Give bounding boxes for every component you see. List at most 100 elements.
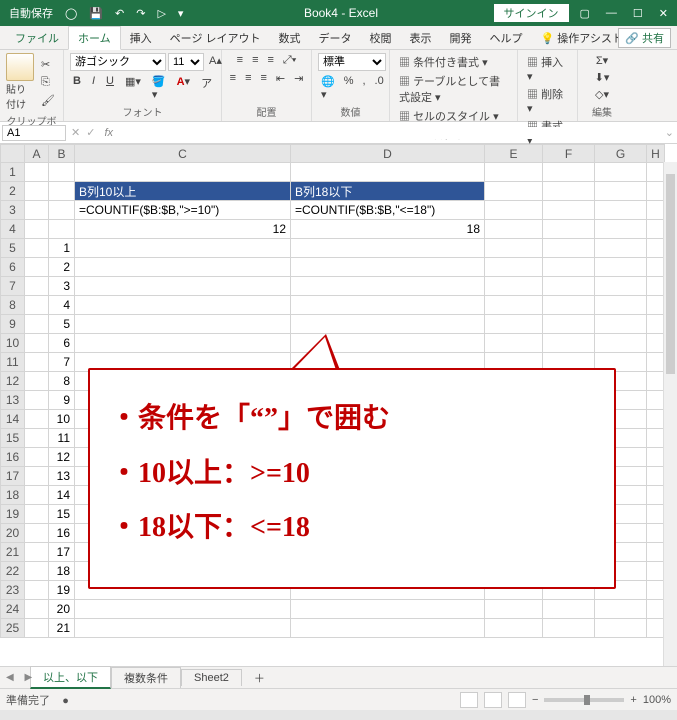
- cell-style-button[interactable]: ▦ セルのスタイル ▾: [396, 107, 502, 125]
- fill-color-button[interactable]: 🪣▾: [149, 74, 169, 102]
- row-14[interactable]: 14: [1, 410, 25, 429]
- cell[interactable]: [25, 524, 49, 543]
- cell[interactable]: [647, 562, 665, 581]
- delete-cells-button[interactable]: ▦ 削除 ▾: [524, 85, 571, 116]
- cell[interactable]: [75, 163, 291, 182]
- indent-inc-icon[interactable]: ⇥: [291, 71, 306, 86]
- sheet-tab-0[interactable]: 以上、以下: [30, 666, 111, 689]
- cell[interactable]: [291, 315, 485, 334]
- cell[interactable]: 13: [49, 467, 75, 486]
- cell[interactable]: 18: [49, 562, 75, 581]
- row-16[interactable]: 16: [1, 448, 25, 467]
- italic-button[interactable]: I: [89, 74, 98, 102]
- row-24[interactable]: 24: [1, 600, 25, 619]
- view-normal-icon[interactable]: [460, 692, 478, 708]
- paste-button[interactable]: 貼り付け: [6, 53, 34, 111]
- cell[interactable]: [647, 296, 665, 315]
- bold-button[interactable]: B: [70, 74, 84, 102]
- cell[interactable]: [75, 296, 291, 315]
- signin-button[interactable]: サインイン: [494, 4, 569, 22]
- border-button[interactable]: ▦▾: [122, 74, 144, 102]
- cell[interactable]: 3: [49, 277, 75, 296]
- expand-formula-icon[interactable]: ⌄: [662, 126, 677, 139]
- cell[interactable]: [647, 581, 665, 600]
- cell[interactable]: [291, 258, 485, 277]
- row-1[interactable]: 1: [1, 163, 25, 182]
- tab-data[interactable]: データ: [310, 27, 361, 49]
- cell[interactable]: [25, 619, 49, 638]
- font-color-button[interactable]: A▾: [174, 74, 193, 102]
- tab-formulas[interactable]: 数式: [270, 27, 310, 49]
- cell[interactable]: [647, 220, 665, 239]
- underline-button[interactable]: U: [103, 74, 117, 102]
- cell[interactable]: [647, 201, 665, 220]
- cell[interactable]: [291, 239, 485, 258]
- pointer-icon[interactable]: ▷: [152, 5, 170, 22]
- cell[interactable]: 18: [291, 220, 485, 239]
- number-format-select[interactable]: 標準: [318, 53, 386, 71]
- cell[interactable]: [647, 372, 665, 391]
- comma-icon[interactable]: ,: [359, 74, 368, 102]
- cell[interactable]: [485, 296, 543, 315]
- cell[interactable]: [25, 315, 49, 334]
- ribbon-display-icon[interactable]: ▢: [575, 5, 595, 22]
- cell[interactable]: [291, 163, 485, 182]
- align-right-icon[interactable]: ≡: [258, 71, 270, 86]
- cell[interactable]: [595, 277, 647, 296]
- cell[interactable]: 6: [49, 334, 75, 353]
- cell[interactable]: [485, 163, 543, 182]
- cell[interactable]: [291, 600, 485, 619]
- cell[interactable]: [49, 182, 75, 201]
- col-F[interactable]: F: [543, 145, 595, 163]
- cell[interactable]: [543, 182, 595, 201]
- cell[interactable]: [543, 163, 595, 182]
- table-format-button[interactable]: ▦ テーブルとして書式設定 ▾: [396, 72, 511, 106]
- tab-home[interactable]: ホーム: [68, 26, 121, 50]
- row-13[interactable]: 13: [1, 391, 25, 410]
- align-left-icon[interactable]: ≡: [227, 71, 239, 86]
- zoom-level[interactable]: 100%: [643, 694, 671, 706]
- row-2[interactable]: 2: [1, 182, 25, 201]
- cell[interactable]: 10: [49, 410, 75, 429]
- view-layout-icon[interactable]: [484, 692, 502, 708]
- row-23[interactable]: 23: [1, 581, 25, 600]
- fill-icon[interactable]: ⬇▾: [592, 70, 613, 85]
- currency-icon[interactable]: 🌐▾: [318, 74, 338, 102]
- autosave-switch[interactable]: ◯: [60, 5, 82, 22]
- cell[interactable]: [49, 220, 75, 239]
- cell[interactable]: [543, 239, 595, 258]
- cell[interactable]: [25, 543, 49, 562]
- worksheet-grid[interactable]: A B C D E F G H 12B列10以上B列18以下3=COUNTIF(…: [0, 144, 677, 666]
- sheet-tab-2[interactable]: Sheet2: [181, 669, 242, 686]
- row-21[interactable]: 21: [1, 543, 25, 562]
- cell[interactable]: [291, 296, 485, 315]
- row-6[interactable]: 6: [1, 258, 25, 277]
- cell[interactable]: [75, 258, 291, 277]
- formula-input[interactable]: [119, 127, 662, 139]
- col-C[interactable]: C: [75, 145, 291, 163]
- col-G[interactable]: G: [595, 145, 647, 163]
- row-25[interactable]: 25: [1, 619, 25, 638]
- cell[interactable]: [75, 619, 291, 638]
- cell[interactable]: [647, 429, 665, 448]
- tab-view[interactable]: 表示: [401, 27, 441, 49]
- cell[interactable]: [647, 486, 665, 505]
- redo-icon[interactable]: ↷: [131, 5, 150, 22]
- cell[interactable]: [485, 315, 543, 334]
- cell[interactable]: [647, 334, 665, 353]
- zoom-in-icon[interactable]: +: [630, 694, 636, 706]
- col-B[interactable]: B: [49, 145, 75, 163]
- row-17[interactable]: 17: [1, 467, 25, 486]
- vertical-scrollbar[interactable]: [663, 162, 677, 666]
- cell[interactable]: [647, 619, 665, 638]
- cell[interactable]: [25, 581, 49, 600]
- tab-insert[interactable]: 挿入: [121, 27, 161, 49]
- cell[interactable]: [25, 258, 49, 277]
- cell[interactable]: [647, 182, 665, 201]
- cell[interactable]: [595, 258, 647, 277]
- cell[interactable]: [25, 448, 49, 467]
- cell[interactable]: [25, 239, 49, 258]
- inc-dec-icon[interactable]: .0: [372, 74, 387, 102]
- col-D[interactable]: D: [291, 145, 485, 163]
- row-7[interactable]: 7: [1, 277, 25, 296]
